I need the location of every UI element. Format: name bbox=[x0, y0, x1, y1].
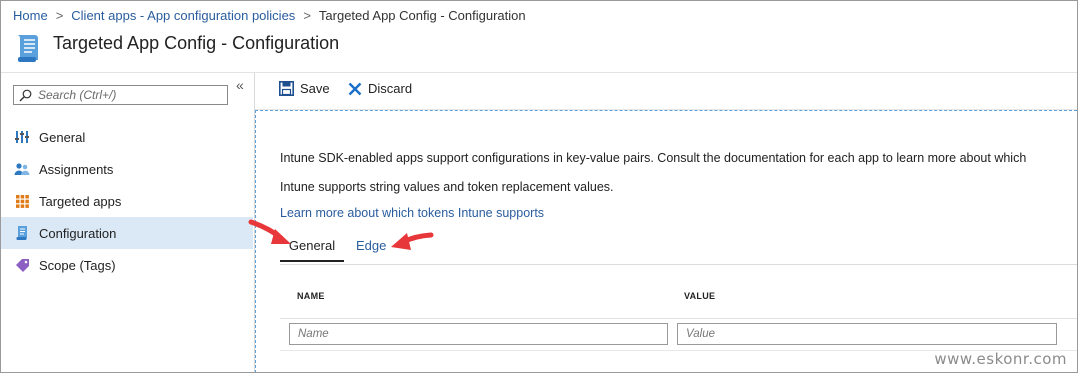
string-support-text: Intune supports string values and token … bbox=[280, 180, 614, 194]
grid-icon bbox=[13, 193, 31, 209]
sidebar-nav: General Assignments Targeted apps Config… bbox=[1, 121, 253, 281]
breadcrumb-separator: > bbox=[55, 7, 64, 23]
watermark: www.eskonr.com bbox=[934, 350, 1067, 368]
discard-button[interactable]: Discard bbox=[348, 81, 412, 96]
value-column-header: VALUE bbox=[684, 291, 716, 301]
header-divider bbox=[280, 318, 1077, 319]
annotation-arrow-icon bbox=[248, 219, 291, 244]
main-panel: Save Discard Intune SDK-enabled apps sup… bbox=[255, 73, 1077, 372]
tag-icon bbox=[13, 257, 31, 273]
save-button-label: Save bbox=[300, 81, 330, 96]
sidebar-item-targeted-apps[interactable]: Targeted apps bbox=[1, 185, 253, 217]
app-window: Home > Client apps - App configuration p… bbox=[0, 0, 1078, 373]
users-icon bbox=[13, 161, 31, 177]
breadcrumb-policies-link[interactable]: Client apps - App configuration policies bbox=[71, 8, 295, 23]
value-field[interactable] bbox=[677, 323, 1057, 345]
sidebar-item-assignments[interactable]: Assignments bbox=[1, 153, 253, 185]
save-icon bbox=[279, 81, 294, 96]
collapse-sidebar-button[interactable]: « bbox=[236, 77, 244, 93]
search-icon bbox=[19, 89, 32, 101]
bars-icon bbox=[13, 129, 31, 145]
search-input[interactable] bbox=[38, 88, 218, 102]
sidebar-search[interactable] bbox=[13, 85, 228, 105]
sidebar-item-label: General bbox=[39, 129, 86, 145]
sidebar-item-label: Scope (Tags) bbox=[39, 257, 116, 273]
breadcrumb-separator: > bbox=[303, 7, 311, 23]
discard-button-label: Discard bbox=[368, 81, 413, 96]
sidebar-item-configuration[interactable]: Configuration bbox=[1, 217, 253, 249]
breadcrumb-current: Targeted App Config - Configuration bbox=[318, 7, 526, 23]
blade-header: Targeted App Config - Configuration bbox=[1, 27, 1077, 73]
command-bar: Save Discard bbox=[255, 73, 1077, 110]
sidebar-item-label: Configuration bbox=[39, 225, 117, 241]
save-button[interactable]: Save bbox=[279, 81, 330, 96]
breadcrumb-home-link[interactable]: Home bbox=[13, 8, 48, 23]
learn-more-link[interactable]: Learn more about which tokens Intune sup… bbox=[280, 206, 544, 220]
sidebar-item-general[interactable]: General bbox=[1, 121, 253, 153]
configuration-content: Intune SDK-enabled apps support configur… bbox=[255, 110, 1077, 372]
sidebar-item-label: Targeted apps bbox=[39, 193, 122, 209]
document-icon bbox=[13, 225, 31, 241]
tab-edge[interactable]: Edge bbox=[356, 238, 386, 253]
sidebar: « General bbox=[1, 73, 255, 372]
annotation-arrow-icon bbox=[391, 232, 434, 250]
breadcrumb: Home > Client apps - App configuration p… bbox=[13, 6, 526, 24]
name-column-header: NAME bbox=[297, 291, 325, 301]
name-field[interactable] bbox=[289, 323, 668, 345]
document-scroll-icon bbox=[17, 35, 38, 62]
page-title: Targeted App Config - Configuration bbox=[53, 33, 340, 53]
close-icon bbox=[348, 82, 362, 95]
description-text: Intune SDK-enabled apps support configur… bbox=[280, 151, 1027, 165]
sidebar-item-label: Assignments bbox=[39, 161, 114, 177]
sidebar-item-scope-tags[interactable]: Scope (Tags) bbox=[1, 249, 253, 281]
